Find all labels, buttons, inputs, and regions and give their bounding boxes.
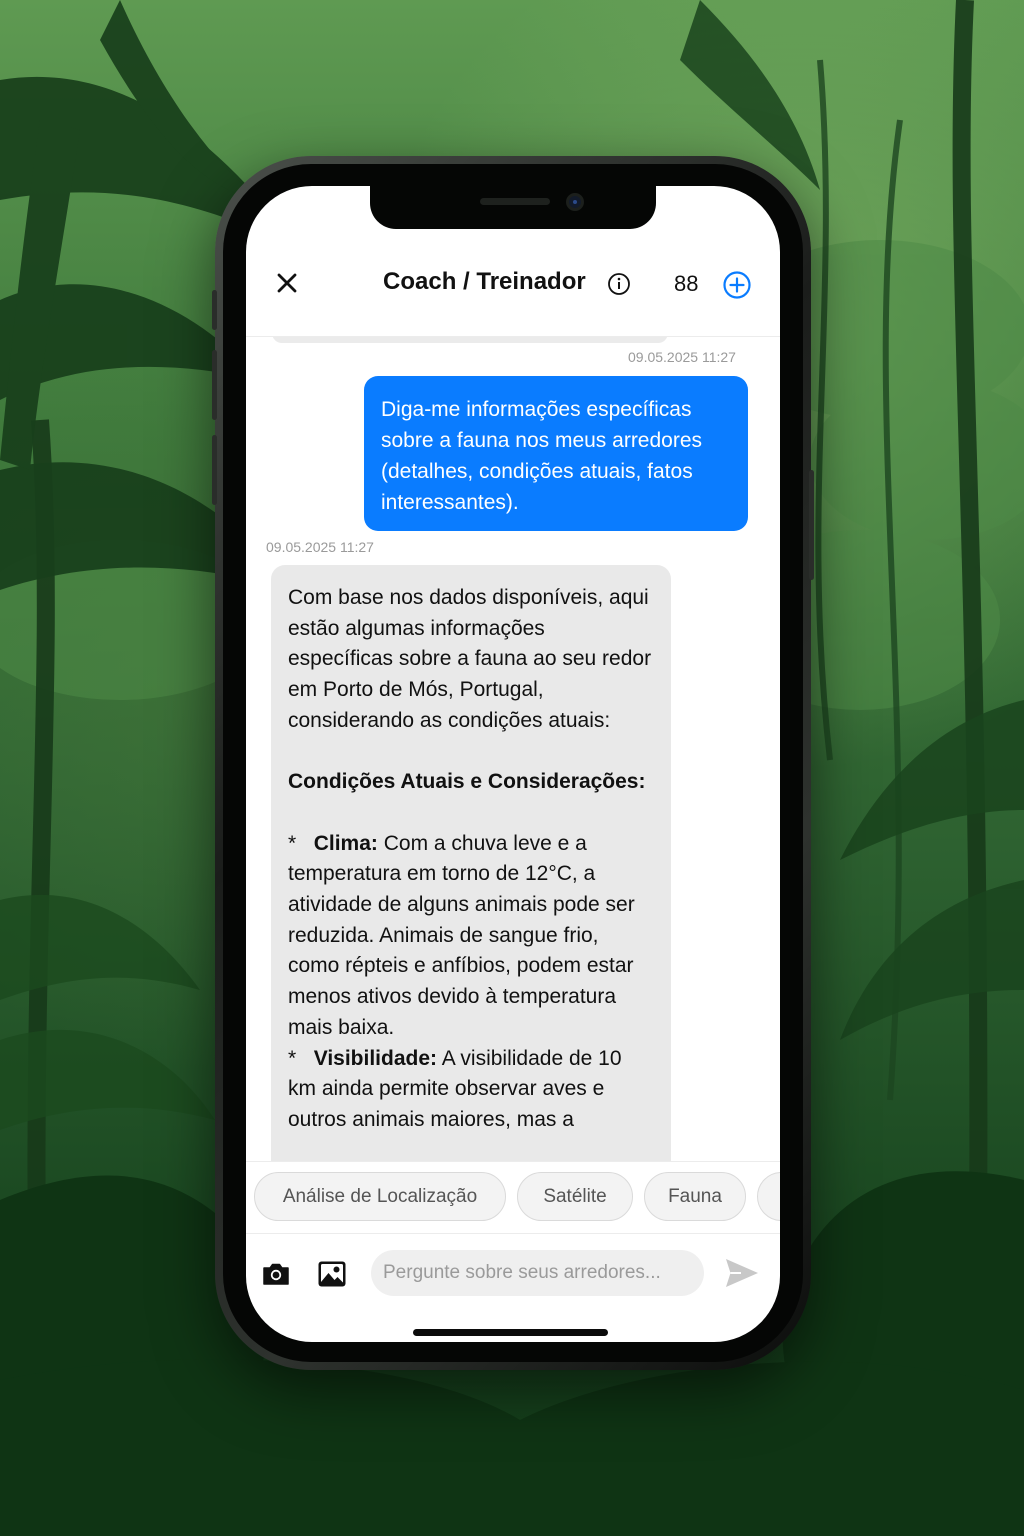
assistant-intro-text: Com base nos dados disponíveis, aqui est…	[288, 586, 652, 732]
front-camera	[566, 193, 584, 211]
assistant-bullet-item: * Visibilidade: A visibilidade de 10 km …	[288, 1044, 654, 1136]
message-timestamp: 09.05.2025 11:27	[628, 349, 736, 365]
bullet-marker: *	[288, 831, 297, 855]
info-button[interactable]	[607, 272, 631, 296]
chat-scroll-area[interactable]: 09.05.2025 11:27 Diga-me informações esp…	[246, 337, 780, 1161]
input-divider	[246, 1233, 780, 1234]
close-icon	[277, 273, 297, 293]
phone-screen: Coach / Treinador 88 09.05.2025 11:27 Di…	[246, 186, 780, 1342]
message-timestamp: 09.05.2025 11:27	[266, 539, 374, 555]
close-button[interactable]	[270, 266, 304, 300]
user-message-text: Diga-me informações específicas sobre a …	[381, 398, 703, 514]
chip-satellite[interactable]: Satélite	[517, 1172, 633, 1221]
side-button-volume-down	[212, 435, 217, 505]
bullet-text: Com a chuva leve e a temperatura em torn…	[288, 831, 635, 1039]
speaker-grille	[480, 198, 550, 205]
notch	[370, 186, 656, 229]
image-icon	[318, 1261, 346, 1287]
chip-fauna[interactable]: Fauna	[644, 1172, 746, 1221]
suggestion-chips: Análise de Localização Satélite Fauna	[246, 1172, 780, 1222]
message-input[interactable]	[371, 1250, 704, 1296]
previous-message-bubble	[272, 337, 668, 343]
send-button[interactable]	[724, 1256, 760, 1290]
plus-circle-icon	[723, 271, 751, 299]
side-button-mute	[212, 290, 217, 330]
chips-divider	[246, 1161, 780, 1162]
bullet-label: Clima:	[313, 831, 378, 855]
chat-header: Coach / Treinador 88	[246, 246, 780, 336]
home-indicator[interactable]	[413, 1329, 608, 1336]
side-button-volume-up	[212, 350, 217, 420]
camera-icon	[263, 1263, 289, 1285]
gallery-button[interactable]	[316, 1258, 348, 1290]
assistant-bullet-item: * Clima: Com a chuva leve e a temperatur…	[288, 829, 654, 1044]
chip-more[interactable]	[757, 1172, 780, 1221]
info-icon	[608, 273, 630, 295]
user-message-bubble: Diga-me informações específicas sobre a …	[364, 376, 748, 531]
bullet-marker: *	[288, 1046, 297, 1070]
chip-location-analysis[interactable]: Análise de Localização	[254, 1172, 506, 1221]
add-credits-button[interactable]	[722, 270, 752, 300]
send-icon	[726, 1259, 758, 1287]
page-title: Coach / Treinador	[383, 268, 586, 295]
camera-button[interactable]	[260, 1258, 292, 1290]
credit-count: 88	[674, 271, 699, 296]
assistant-message-bubble: Com base nos dados disponíveis, aqui est…	[271, 565, 671, 1161]
bullet-label: Visibilidade:	[313, 1046, 438, 1070]
assistant-section-title: Condições Atuais e Considerações:	[288, 770, 646, 794]
side-button-power	[809, 470, 814, 580]
